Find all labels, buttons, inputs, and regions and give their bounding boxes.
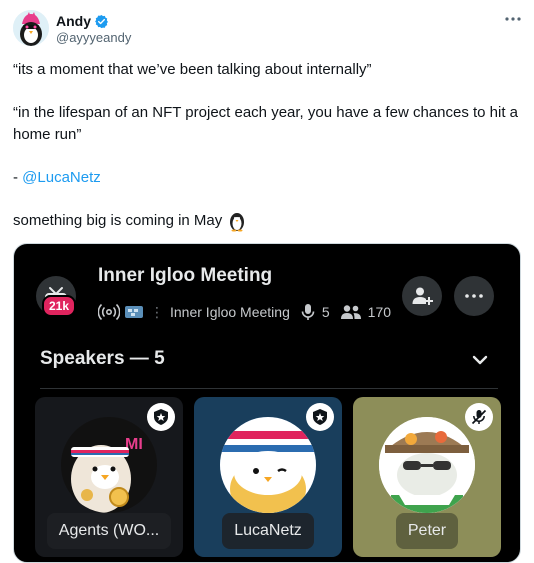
speaker-tile[interactable]: MI Agents (WO... xyxy=(35,397,183,557)
speakers-header: Speakers — 5 xyxy=(40,348,165,369)
meta-separator: ⋮ xyxy=(150,303,164,320)
author-avatar[interactable] xyxy=(13,10,49,46)
space-more-button[interactable] xyxy=(454,276,494,316)
microphone-icon xyxy=(301,304,315,320)
mic-off-icon xyxy=(471,409,487,425)
space-meta-row: ⋮ Inner Igloo Meeting 5 170 xyxy=(98,302,391,322)
author-name-row[interactable]: Andy xyxy=(56,12,109,30)
tweet-text-line2: “in the lifespan of an NFT project each … xyxy=(13,104,519,143)
tweet-text-line1: “its a moment that we’ve been talking ab… xyxy=(13,61,372,78)
add-person-icon xyxy=(412,287,433,305)
penguin-peter-icon xyxy=(379,417,475,513)
spaces-screenshot-card[interactable]: 21k Inner Igloo Meeting ⋮ Inner Igloo Me… xyxy=(13,243,521,563)
space-more-dots-icon xyxy=(465,294,483,298)
penguin-luca-icon xyxy=(220,417,316,513)
speaker-avatar xyxy=(220,417,316,513)
author-display-name[interactable]: Andy xyxy=(56,13,91,29)
shield-star-icon xyxy=(154,409,168,425)
speaker-avatar xyxy=(379,417,475,513)
penguin-emoji-icon xyxy=(230,213,245,232)
speaker-tile[interactable]: LucaNetz xyxy=(194,397,342,557)
listeners-icon xyxy=(340,305,361,319)
verified-badge-icon xyxy=(95,14,108,28)
speaker-tile[interactable]: Peter xyxy=(353,397,501,557)
broadcast-icon xyxy=(98,303,120,321)
listener-count: 170 xyxy=(367,304,392,320)
muted-badge xyxy=(465,403,493,431)
space-title: Inner Igloo Meeting xyxy=(98,265,273,286)
tweet-text-line4-text: something big is coming in May xyxy=(13,212,223,229)
author-handle[interactable]: @ayyyeandy xyxy=(56,30,131,45)
mention-link[interactable]: @LucaNetz xyxy=(22,169,101,186)
speaker-avatar: MI xyxy=(61,417,157,513)
tweet: Andy @ayyyeandy “its a moment that we’ve… xyxy=(0,0,534,563)
host-badge xyxy=(306,403,334,431)
penguin-agent-icon: MI xyxy=(61,417,157,513)
more-dots-icon xyxy=(505,17,521,21)
listener-count-badge: 21k xyxy=(42,295,77,317)
chevron-down-icon[interactable] xyxy=(470,350,490,370)
host-badge xyxy=(147,403,175,431)
shield-star-icon xyxy=(313,409,327,425)
community-flag-icon xyxy=(125,306,143,318)
space-host-label: Inner Igloo Meeting xyxy=(170,304,290,320)
tweet-text-line4: something big is coming in May xyxy=(13,210,248,232)
tweet-text-line3: - @LucaNetz xyxy=(13,167,101,189)
penguin-avatar-icon xyxy=(13,10,49,46)
add-speaker-button[interactable] xyxy=(402,276,442,316)
more-options-button[interactable] xyxy=(500,6,526,32)
dash-prefix: - xyxy=(13,169,23,186)
speaker-count: 5 xyxy=(321,304,330,320)
speakers-divider xyxy=(40,388,498,389)
